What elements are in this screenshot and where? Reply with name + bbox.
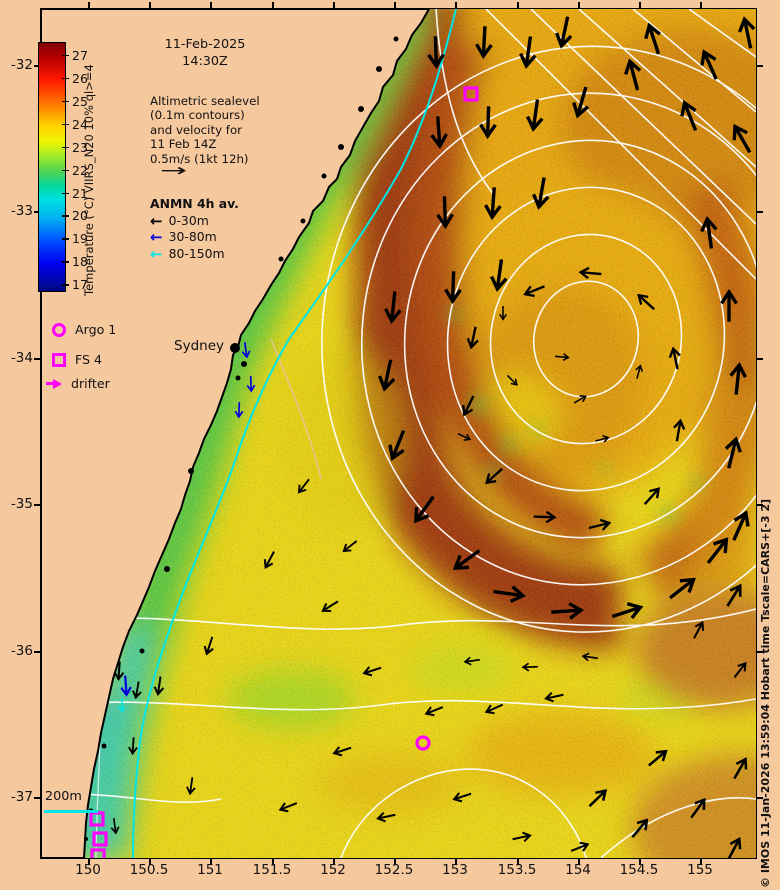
lon-tick-label: 154.5 <box>619 862 659 878</box>
anmn-legend-item: ← 0-30m <box>150 213 239 230</box>
drifter-arrow-icon <box>46 378 62 389</box>
sst-map <box>40 8 757 859</box>
left-arrow-icon: ← <box>150 244 163 263</box>
time-label: 14:30Z <box>182 54 228 69</box>
anmn-legend-item: ← 30-80m <box>150 229 239 246</box>
lon-tick-label: 151.5 <box>252 862 292 878</box>
anmn-depth-label: 30-80m <box>168 229 217 244</box>
anmn-legend: ANMN 4h av. ← 0-30m ← 30-80m ← 80-150m <box>150 196 239 262</box>
isobath-label: 200m <box>45 789 82 804</box>
left-arrow-icon: ← <box>150 228 163 247</box>
lat-tick-label: -32 <box>10 57 33 73</box>
anmn-depth-label: 0-30m <box>168 212 209 228</box>
city-label: Sydney <box>174 338 224 354</box>
left-arrow-icon: ← <box>150 211 163 230</box>
altimetry-line: 11 Feb 14Z <box>150 137 217 152</box>
argo-circle-icon <box>52 322 66 337</box>
datetime-block: 11-Feb-2025 14:30Z <box>143 36 267 70</box>
fs-square-icon <box>52 352 66 367</box>
drifter-label: drifter <box>71 376 110 391</box>
lat-tick-label: -35 <box>10 496 33 512</box>
platform-legend-item: drifter <box>46 376 110 391</box>
altimetry-line: Altimetric sealevel <box>150 94 260 108</box>
lat-tick-label: -36 <box>10 643 33 659</box>
anmn-legend-title: ANMN 4h av. <box>150 196 239 211</box>
isobath-legend-line <box>44 810 98 813</box>
altimetry-note: Altimetric sealevel (0.1m contours) and … <box>150 94 260 166</box>
lon-tick-label: 151 <box>197 862 223 878</box>
anmn-depth-label: 80-150m <box>168 245 225 261</box>
temperature-colorbar <box>38 42 66 292</box>
argo-label: Argo 1 <box>75 322 117 337</box>
lon-tick-label: 150 <box>75 862 101 878</box>
velocity-scale-arrow-icon: → <box>160 161 188 181</box>
date-label: 11-Feb-2025 <box>164 37 246 52</box>
altimetry-line: and velocity for <box>150 122 243 137</box>
lon-tick-label: 152.5 <box>374 862 414 878</box>
lon-tick-label: 155 <box>687 862 713 878</box>
lon-tick-label: 150.5 <box>129 862 169 878</box>
lon-tick-label: 154 <box>565 862 591 878</box>
sst-figure: 150 150.5 151 151.5 152 152.5 153 153.5 … <box>0 0 780 890</box>
lat-tick-label: -37 <box>10 789 33 805</box>
platform-legend-item: Argo 1 <box>52 322 116 337</box>
lon-tick-label: 153.5 <box>497 862 537 878</box>
credit-text: © IMOS 11-Jan-2026 13:59:04 Hobart time … <box>759 498 772 888</box>
platform-legend-item: FS 4 <box>52 352 102 367</box>
anmn-legend-item: ← 80-150m <box>150 246 239 263</box>
lon-tick-label: 153 <box>442 862 468 878</box>
lat-tick-label: -34 <box>10 350 33 366</box>
fs-label: FS 4 <box>75 352 103 367</box>
altimetry-line: (0.1m contours) <box>150 108 245 123</box>
colorbar-title: Temperature (°C) VIIRS_N20 10% ql>=4 <box>82 64 96 296</box>
lat-tick-label: -33 <box>10 203 33 219</box>
lon-tick-label: 152 <box>320 862 346 878</box>
